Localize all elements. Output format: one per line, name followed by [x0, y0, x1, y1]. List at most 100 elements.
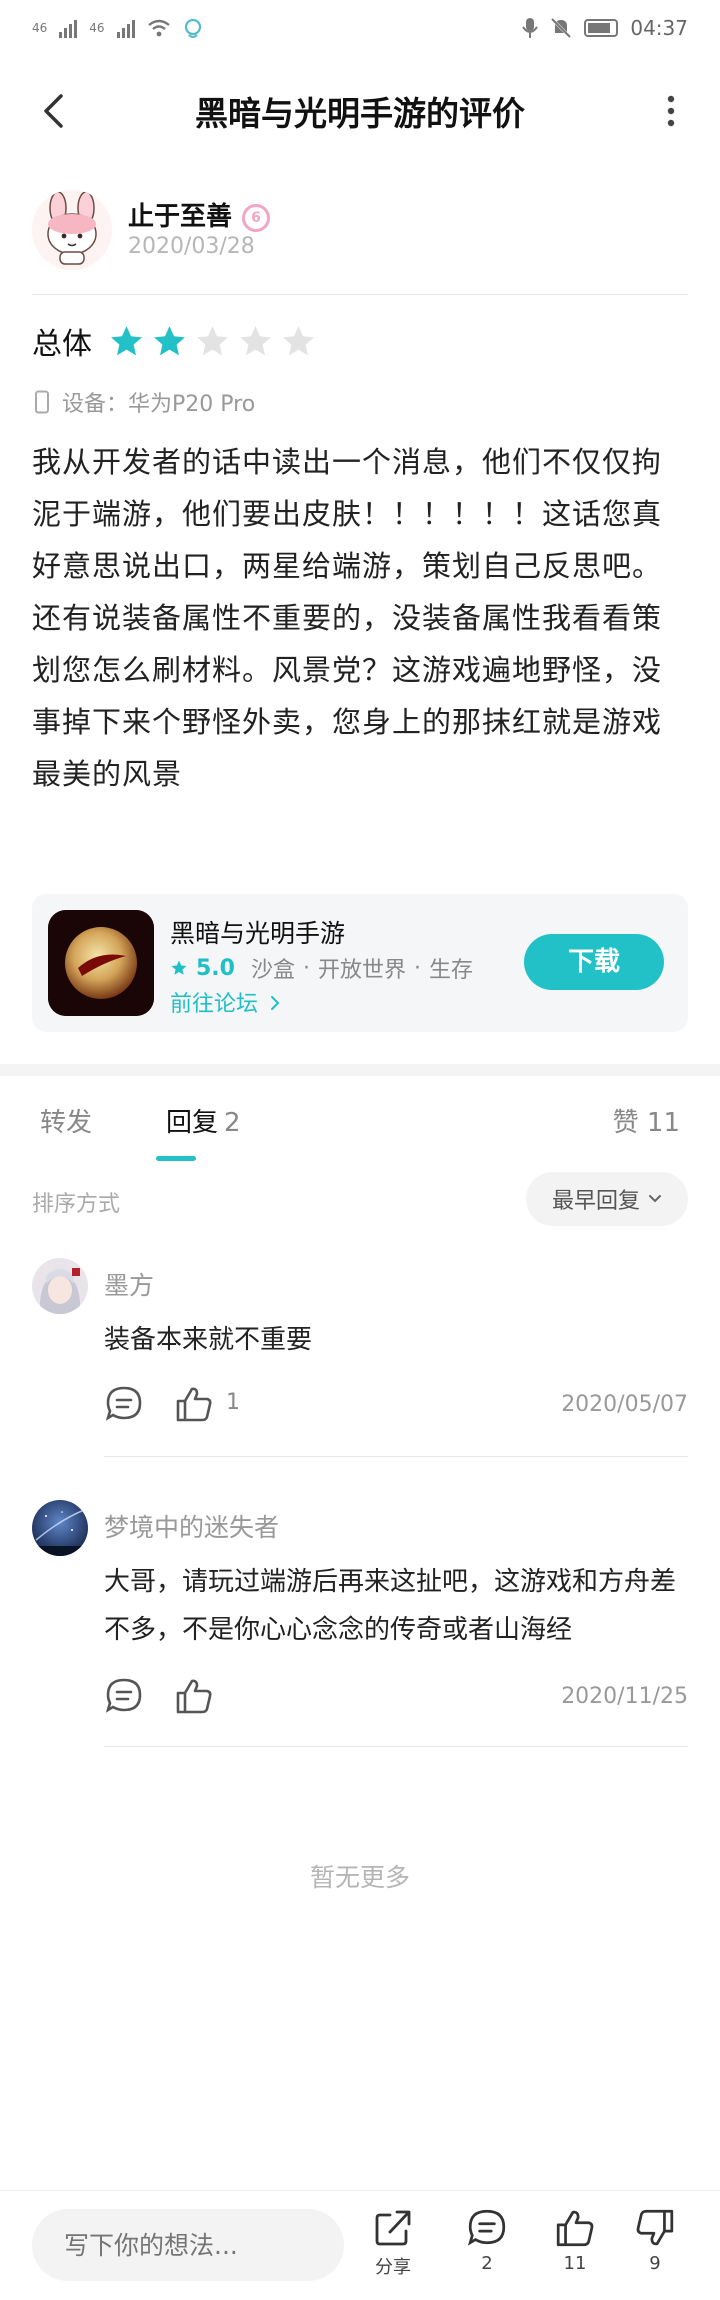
- review-body: 我从开发者的话中读出一个消息，他们不仅仅拘泥于端游，他们要出皮肤！！！！！！这话…: [32, 445, 663, 791]
- device-info: 设备：华为P20 Pro: [34, 386, 255, 418]
- dislike-count: 9: [649, 2253, 661, 2274]
- forum-link-label: 前往论坛: [170, 992, 259, 1017]
- comment-input[interactable]: [32, 2209, 344, 2281]
- star-empty-icon: [197, 325, 228, 355]
- moon-game-icon: [48, 910, 154, 1016]
- thumbs-up-icon: [556, 2210, 594, 2247]
- reply-date: 2020/11/25: [561, 1684, 688, 1709]
- share-label: 分享: [375, 2257, 411, 2278]
- comment-button[interactable]: 2: [452, 2207, 522, 2274]
- reply-avatar[interactable]: [32, 1500, 88, 1556]
- sort-dropdown[interactable]: 最早回复: [526, 1172, 688, 1226]
- more-options-button[interactable]: [646, 86, 696, 136]
- signal-icon: [59, 18, 78, 38]
- more-vertical-icon: [667, 95, 675, 127]
- author-avatar[interactable]: [32, 190, 112, 270]
- author-name[interactable]: 止于至善: [128, 202, 232, 232]
- share-button[interactable]: 分享: [358, 2207, 428, 2279]
- chevron-right-icon: [271, 996, 280, 1010]
- divider: [32, 294, 688, 295]
- section-separator: [0, 1064, 720, 1076]
- status-left: 46 46: [32, 17, 203, 39]
- comment-icon[interactable]: [104, 1676, 144, 1716]
- reply-author[interactable]: 梦境中的迷失者: [104, 1508, 279, 1544]
- tab-forward[interactable]: 转发: [40, 1102, 92, 1139]
- tab-forward-label: 转发: [40, 1108, 93, 1138]
- back-button[interactable]: [28, 86, 78, 136]
- clock: 04:37: [630, 16, 688, 40]
- sort-selected: 最早回复: [551, 1189, 640, 1214]
- reply-text: 大哥，请玩过端游后再来这扯吧，这游戏和方舟差不多，不是你心心念念的传奇或者山海经: [104, 1567, 677, 1645]
- game-tag-2: 开放世界: [318, 958, 407, 983]
- overall-rating: 总体: [32, 318, 317, 364]
- star-filled-icon: [111, 325, 142, 355]
- thumbs-down-icon: [636, 2209, 674, 2246]
- game-icon[interactable]: [48, 910, 154, 1016]
- phone-icon: [35, 390, 49, 414]
- status-bar: 46 46 04:37: [0, 0, 720, 56]
- reply-actions: 2020/11/25: [104, 1676, 688, 1724]
- anime-avatar-icon: [32, 1258, 88, 1314]
- tab-reply-label: 回复: [166, 1108, 219, 1138]
- battery-icon: [584, 19, 619, 37]
- tab-reply[interactable]: 回复 2: [166, 1102, 241, 1139]
- notification-icon: [184, 18, 201, 38]
- game-meta: 5.0 沙盒 · 开放世界 · 生存: [170, 952, 473, 984]
- nav-bar: 黑暗与光明手游的评价: [0, 56, 720, 166]
- rating-stars: [108, 323, 317, 360]
- sort-label: 排序方式: [32, 1192, 121, 1217]
- star-filled-icon: [154, 325, 185, 355]
- download-button[interactable]: 下载: [524, 934, 664, 990]
- thumbs-up-icon[interactable]: [174, 1676, 214, 1716]
- game-tag-3: 生存: [429, 958, 474, 983]
- reply-item: 梦境中的迷失者 大哥，请玩过端游后再来这扯吧，这游戏和方舟差不多，不是你心心念念…: [32, 1500, 688, 1750]
- tab-likes[interactable]: 赞 11: [613, 1102, 680, 1139]
- comment-icon[interactable]: [104, 1384, 144, 1424]
- signal-icon-2: [116, 18, 135, 38]
- reply-item: 墨方 装备本来就不重要 1 2020/05/07: [32, 1258, 688, 1458]
- star-empty-icon: [240, 325, 271, 355]
- rating-label: 总体: [32, 327, 92, 362]
- reply-avatar[interactable]: [32, 1258, 88, 1314]
- game-title[interactable]: 黑暗与光明手游: [170, 914, 345, 950]
- wifi-icon: [147, 19, 170, 37]
- divider: [104, 1746, 688, 1747]
- tab-reply-count: 2: [224, 1108, 241, 1138]
- like-count: 11: [563, 2253, 587, 2274]
- network-type-1: 46: [32, 21, 48, 35]
- no-more-text: 暂无更多: [309, 1863, 410, 1892]
- game-score: 5.0: [196, 955, 235, 981]
- reply-date: 2020/05/07: [561, 1392, 688, 1417]
- tag-separator: ·: [303, 955, 310, 981]
- active-tab-indicator: [156, 1156, 196, 1161]
- like-button[interactable]: 11: [540, 2207, 610, 2274]
- tag-separator: ·: [414, 955, 422, 981]
- mute-bell-icon: [551, 17, 572, 39]
- chevron-down-icon: [649, 1195, 661, 1203]
- chevron-left-icon: [44, 94, 63, 128]
- divider: [104, 1456, 688, 1457]
- bottom-action-bar: 分享 2 11 9: [0, 2190, 720, 2300]
- device-label: 设备：华为P20 Pro: [62, 392, 256, 417]
- level-badge: 6: [242, 203, 271, 232]
- review-date: 2020/03/28: [128, 234, 255, 259]
- star-icon: [171, 960, 187, 975]
- author-name-row[interactable]: 止于至善 6: [128, 196, 271, 233]
- share-icon: [375, 2210, 411, 2246]
- reply-text: 装备本来就不重要: [104, 1325, 313, 1355]
- bunny-avatar-icon: [32, 190, 112, 270]
- review-author: 止于至善 6 2020/03/28: [32, 186, 688, 296]
- night-sky-avatar-icon: [32, 1500, 88, 1556]
- reply-actions: 1 2020/05/07: [104, 1384, 688, 1432]
- game-card[interactable]: 黑暗与光明手游 5.0 沙盒 · 开放世界 · 生存 前往论坛 下载: [32, 894, 688, 1032]
- thumbs-up-icon[interactable]: [174, 1384, 214, 1424]
- reply-author[interactable]: 墨方: [104, 1266, 154, 1302]
- game-tag-1: 沙盒: [250, 958, 295, 983]
- comment-count: 2: [481, 2253, 493, 2274]
- page-title: 黑暗与光明手游的评价: [195, 94, 525, 133]
- dislike-button[interactable]: 9: [620, 2207, 690, 2274]
- star-empty-icon: [283, 325, 314, 355]
- comment-icon: [467, 2209, 506, 2246]
- reply-tabs: 转发 回复 2 赞 11: [0, 1076, 720, 1168]
- forum-link[interactable]: 前往论坛: [170, 986, 281, 1018]
